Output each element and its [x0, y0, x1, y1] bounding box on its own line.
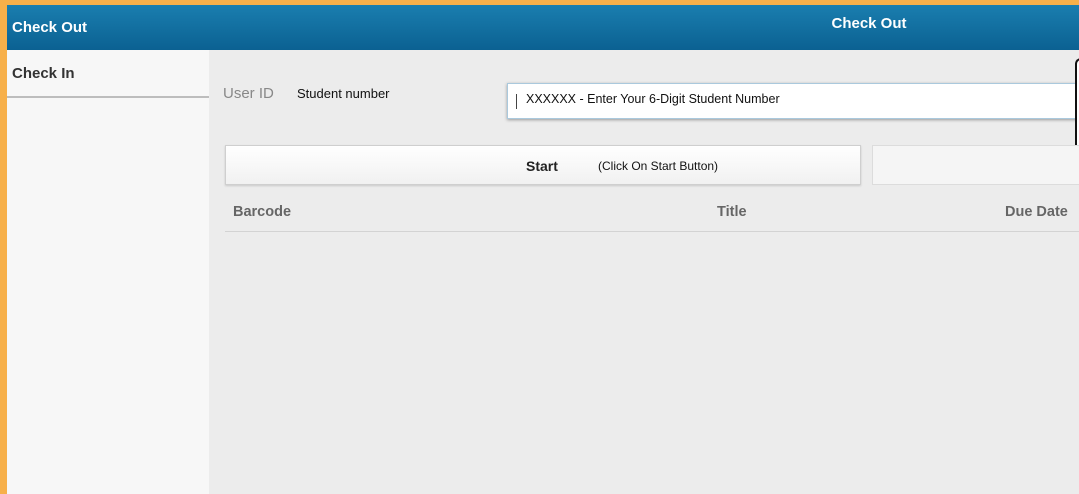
- column-header-barcode[interactable]: Barcode: [233, 204, 291, 220]
- sidebar: Check Out Check In: [7, 5, 209, 494]
- page-title: Check Out: [831, 15, 907, 32]
- sidebar-item-label: Check In: [12, 65, 75, 82]
- start-button[interactable]: Start (Click On Start Button): [225, 145, 861, 185]
- start-button-label: Start: [526, 158, 558, 174]
- user-id-input-text: XXXXXX - Enter Your 6-Digit Student Numb…: [526, 92, 780, 106]
- user-id-annotation: Student number: [297, 86, 390, 101]
- table-header: Barcode Title Due Date: [225, 201, 1079, 232]
- start-button-hint: (Click On Start Button): [598, 159, 719, 173]
- user-id-label: User ID: [223, 85, 274, 102]
- column-header-due-date[interactable]: Due Date: [1005, 204, 1068, 220]
- sidebar-item-label: Check Out: [12, 19, 88, 36]
- user-id-input[interactable]: XXXXXX - Enter Your 6-Digit Student Numb…: [507, 83, 1079, 119]
- sidebar-item-check-in[interactable]: Check In: [7, 50, 209, 98]
- sidebar-item-check-out[interactable]: Check Out: [7, 5, 209, 50]
- page-header: Check Out: [209, 5, 1079, 50]
- text-caret: [516, 94, 517, 109]
- column-header-title[interactable]: Title: [717, 204, 747, 220]
- secondary-button[interactable]: [872, 145, 1079, 185]
- checkout-app: Check Out Check In Check Out User ID Stu…: [7, 5, 1079, 494]
